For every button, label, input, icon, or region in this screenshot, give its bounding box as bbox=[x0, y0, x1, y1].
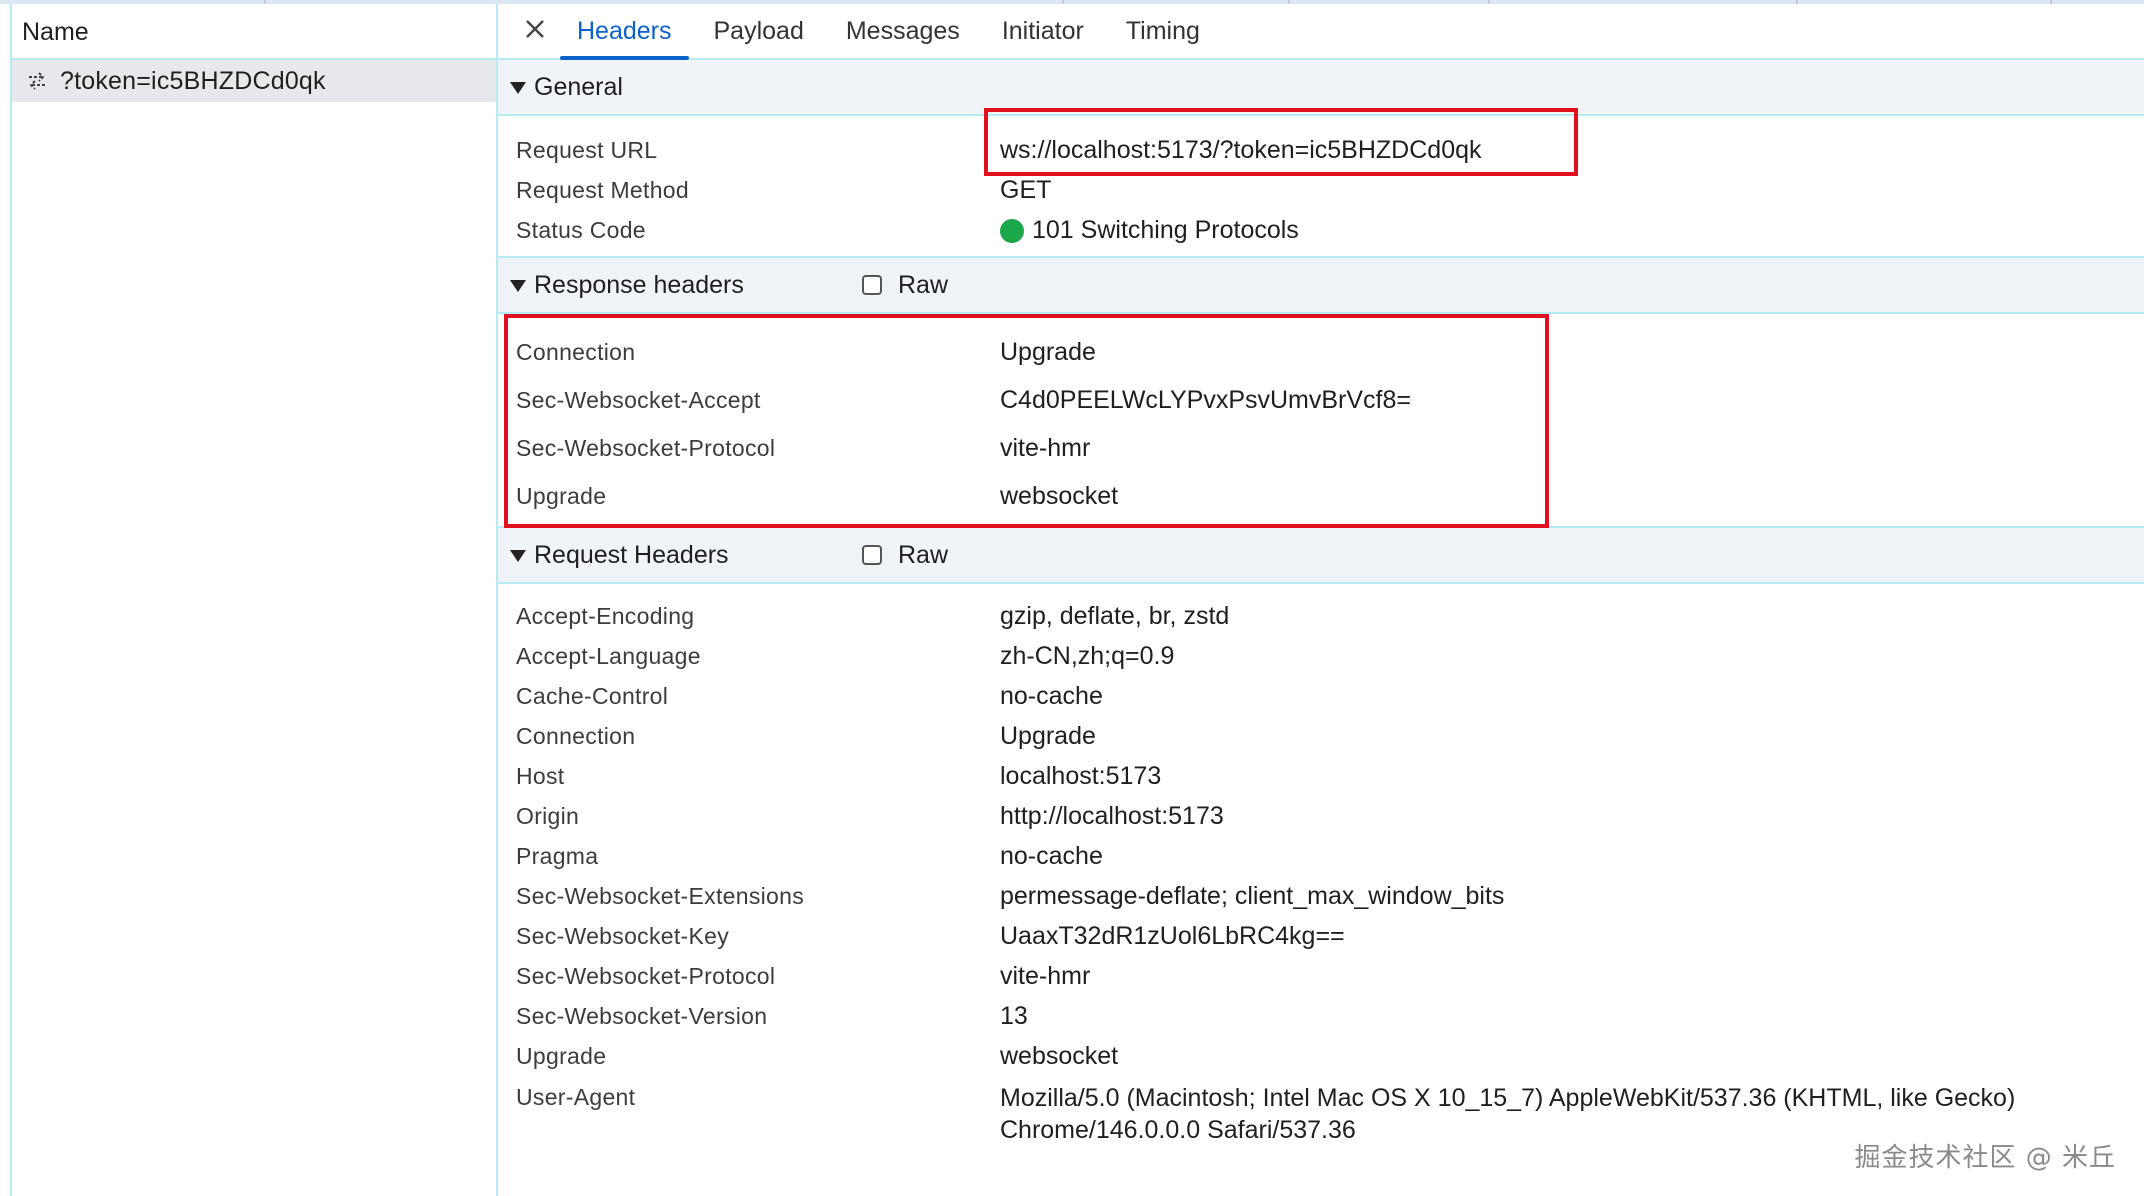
header-value: no-cache bbox=[1000, 841, 1103, 870]
header-key: Host bbox=[516, 762, 565, 789]
header-value: vite-hmr bbox=[1000, 961, 1091, 990]
header-key: Connection bbox=[516, 722, 636, 749]
request-header-row: Cache-Control no-cache bbox=[498, 676, 2144, 716]
request-raw-toggle[interactable]: Raw bbox=[862, 541, 948, 570]
header-value: ws://localhost:5173/?token=ic5BHZDCd0qk bbox=[1000, 135, 1482, 164]
request-list-pane: Name ?token=ic5BHZDCd0qk bbox=[10, 4, 498, 1196]
request-headers-title: Request Headers bbox=[534, 540, 729, 569]
tab-timing[interactable]: Timing bbox=[1105, 4, 1221, 58]
response-headers-title: Response headers bbox=[534, 270, 744, 299]
request-header-row: Origin http://localhost:5173 bbox=[498, 796, 2144, 836]
header-value: Upgrade bbox=[1000, 721, 1096, 750]
tab-payload[interactable]: Payload bbox=[693, 4, 825, 58]
tab-headers[interactable]: Headers bbox=[556, 4, 693, 60]
status-code-text: 101 Switching Protocols bbox=[1032, 215, 1299, 244]
tab-initiator[interactable]: Initiator bbox=[981, 4, 1105, 58]
request-header-row: Host localhost:5173 bbox=[498, 756, 2144, 796]
response-header-row: Sec-Websocket-Protocol vite-hmr bbox=[498, 424, 2144, 472]
general-section: Request URL ws://localhost:5173/?token=i… bbox=[498, 116, 2144, 258]
header-key: Sec-Websocket-Key bbox=[516, 922, 730, 949]
response-headers-section: Connection Upgrade Sec-Websocket-Accept … bbox=[498, 314, 2144, 528]
header-key: Sec-Websocket-Version bbox=[516, 1002, 768, 1029]
header-key: Request URL bbox=[516, 136, 658, 163]
request-item-label: ?token=ic5BHZDCd0qk bbox=[60, 66, 326, 95]
header-value: UaaxT32dR1zUol6LbRC4kg== bbox=[1000, 921, 1345, 950]
request-header-row: Connection Upgrade bbox=[498, 716, 2144, 756]
request-header-row: Accept-Language zh-CN,zh;q=0.9 bbox=[498, 636, 2144, 676]
raw-checkbox[interactable] bbox=[862, 545, 882, 565]
header-value: 13 bbox=[1000, 1001, 1028, 1030]
user-agent-line: Chrome/146.0.0.0 Safari/537.36 bbox=[1000, 1116, 1356, 1144]
request-header-row: User-Agent Mozilla/5.0 (Macintosh; Intel… bbox=[498, 1076, 2144, 1146]
general-row: Request URL ws://localhost:5173/?token=i… bbox=[498, 130, 2144, 170]
request-header-row: Accept-Encoding gzip, deflate, br, zstd bbox=[498, 596, 2144, 636]
response-raw-toggle[interactable]: Raw bbox=[862, 271, 948, 300]
collapse-triangle-icon bbox=[510, 82, 526, 94]
header-value: gzip, deflate, br, zstd bbox=[1000, 601, 1230, 630]
header-value: Upgrade bbox=[1000, 337, 1096, 366]
collapse-triangle-icon bbox=[510, 550, 526, 562]
header-value: vite-hmr bbox=[1000, 433, 1091, 462]
response-header-row: Upgrade websocket bbox=[498, 472, 2144, 520]
request-headers-section: Accept-Encoding gzip, deflate, br, zstd A… bbox=[498, 584, 2144, 1146]
collapse-triangle-icon bbox=[510, 280, 526, 292]
header-key: Accept-Encoding bbox=[516, 602, 695, 629]
raw-checkbox[interactable] bbox=[862, 275, 882, 295]
header-value: websocket bbox=[1000, 1041, 1119, 1070]
response-header-row: Sec-Websocket-Accept C4d0PEELWcLYPvxPsvU… bbox=[498, 376, 2144, 424]
request-header-row: Upgrade websocket bbox=[498, 1036, 2144, 1076]
header-key: Upgrade bbox=[516, 1042, 607, 1069]
header-value: http://localhost:5173 bbox=[1000, 801, 1224, 830]
websocket-arrows-icon bbox=[26, 70, 48, 92]
header-value: 101 Switching Protocols bbox=[1000, 216, 1299, 245]
user-agent-line: Mozilla/5.0 (Macintosh; Intel Mac OS X 1… bbox=[1000, 1084, 2016, 1112]
request-headers-section-toggle[interactable]: Request Headers Raw bbox=[498, 528, 2144, 584]
header-key: Request Method bbox=[516, 176, 689, 203]
header-value: GET bbox=[1000, 175, 1052, 204]
close-details-button[interactable] bbox=[514, 4, 556, 58]
request-item-websocket[interactable]: ?token=ic5BHZDCd0qk bbox=[12, 60, 496, 102]
general-row: Request Method GET bbox=[498, 170, 2144, 210]
request-details-pane: Headers Payload Messages Initiator Timin… bbox=[498, 4, 2144, 1196]
header-key: Connection bbox=[516, 338, 636, 365]
request-header-row: Pragma no-cache bbox=[498, 836, 2144, 876]
header-key: Sec-Websocket-Protocol bbox=[516, 962, 776, 989]
header-key: Pragma bbox=[516, 842, 599, 869]
request-header-row: Sec-Websocket-Version 13 bbox=[498, 996, 2144, 1036]
status-success-dot-icon bbox=[1000, 218, 1024, 243]
header-key: Upgrade bbox=[516, 482, 607, 509]
header-key: Cache-Control bbox=[516, 682, 669, 709]
raw-label: Raw bbox=[898, 270, 949, 299]
request-header-row: Sec-Websocket-Extensions permessage-defla… bbox=[498, 876, 2144, 916]
general-row: Status Code 101 Switching Protocols bbox=[498, 210, 2144, 250]
details-tabbar: Headers Payload Messages Initiator Timin… bbox=[498, 4, 2144, 60]
general-section-toggle[interactable]: General bbox=[498, 60, 2144, 116]
header-key: Sec-Websocket-Protocol bbox=[516, 434, 776, 461]
header-key: Status Code bbox=[516, 216, 646, 243]
request-header-row: Sec-Websocket-Protocol vite-hmr bbox=[498, 956, 2144, 996]
header-value: permessage-deflate; client_max_window_bi… bbox=[1000, 881, 1505, 910]
header-key: Sec-Websocket-Accept bbox=[516, 386, 761, 413]
header-value: websocket bbox=[1000, 481, 1119, 510]
header-key: Accept-Language bbox=[516, 642, 701, 669]
watermark: 掘金技术社区 @ 米丘 bbox=[1854, 1143, 2116, 1173]
general-section-title: General bbox=[534, 72, 623, 101]
header-value: no-cache bbox=[1000, 681, 1103, 710]
header-value: zh-CN,zh;q=0.9 bbox=[1000, 641, 1175, 670]
close-icon bbox=[524, 18, 546, 45]
header-key: Origin bbox=[516, 802, 580, 829]
header-value: C4d0PEELWcLYPvxPsvUmvBrVcf8= bbox=[1000, 385, 1412, 414]
request-header-row: Sec-Websocket-Key UaaxT32dR1zUol6LbRC4kg=… bbox=[498, 916, 2144, 956]
header-value: localhost:5173 bbox=[1000, 761, 1162, 790]
name-column-header[interactable]: Name bbox=[12, 4, 496, 60]
header-key: Sec-Websocket-Extensions bbox=[516, 882, 805, 909]
response-headers-section-toggle[interactable]: Response headers Raw bbox=[498, 258, 2144, 314]
raw-label: Raw bbox=[898, 540, 949, 569]
header-key: User-Agent bbox=[516, 1084, 636, 1110]
response-header-row: Connection Upgrade bbox=[498, 328, 2144, 376]
tab-messages[interactable]: Messages bbox=[825, 4, 981, 58]
